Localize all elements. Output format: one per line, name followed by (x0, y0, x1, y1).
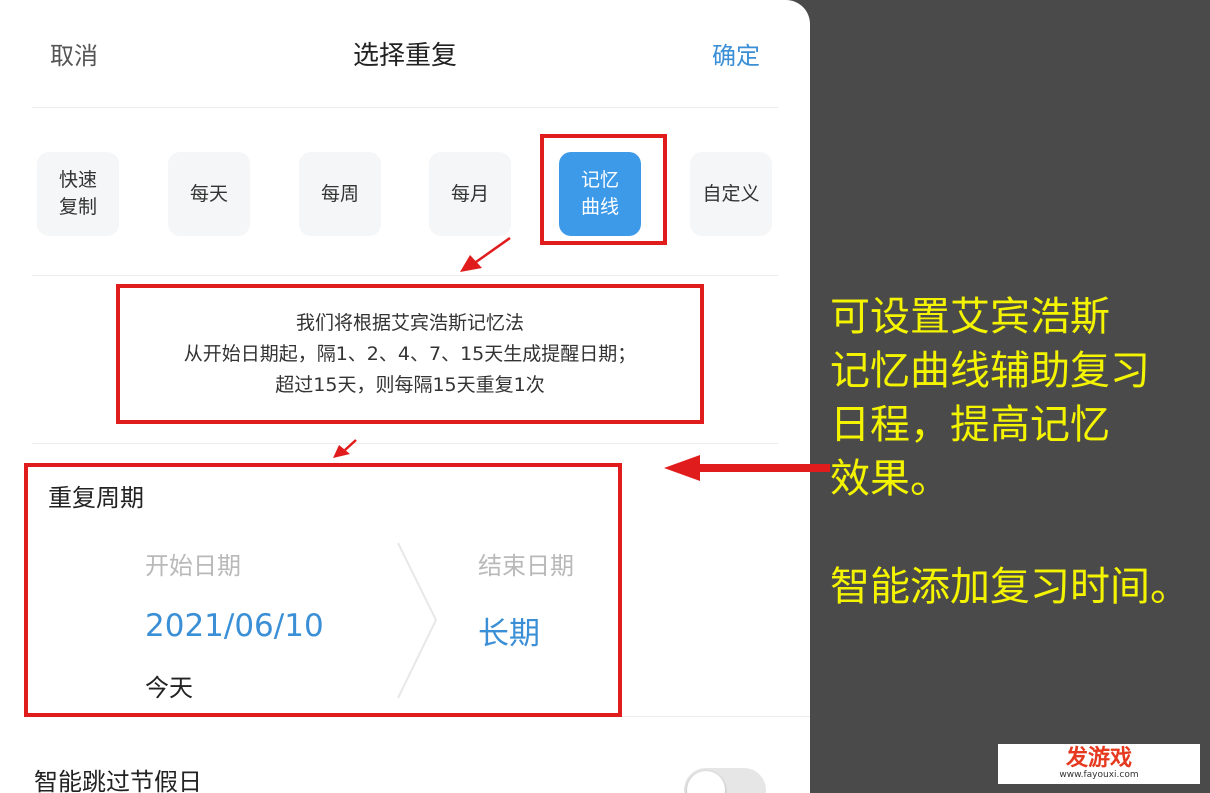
date-separator-chevron (397, 542, 438, 699)
highlight-box-info (116, 284, 704, 424)
watermark-title: 发游戏 (1065, 745, 1132, 771)
arrow-option-to-info-head (460, 255, 482, 272)
highlight-box-period (24, 463, 622, 717)
arrow-info-to-period-shaft (344, 439, 357, 451)
highlight-box-memory-curve (540, 134, 667, 245)
watermark-url: www.fayouxi.com (1059, 769, 1139, 780)
annotation-text: 可设置艾宾浩斯 记忆曲线辅助复习 日程，提高记忆 效果。 智能添加复习时间。 (830, 294, 1190, 610)
arrow-annotation-to-period (664, 455, 830, 481)
watermark-logo: 发游戏 www.fayouxi.com (998, 744, 1200, 784)
arrow-option-to-info-shaft (475, 236, 511, 264)
